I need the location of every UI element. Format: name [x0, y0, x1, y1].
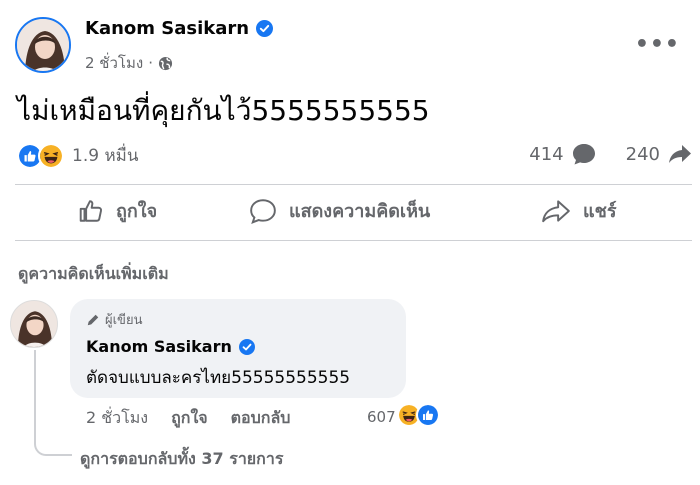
verified-icon — [256, 20, 274, 37]
like-label: ถูกใจ — [116, 201, 158, 222]
comment-label: แสดงความคิดเห็น — [289, 201, 431, 222]
comment-time[interactable]: 2 ชั่วโมง — [86, 406, 148, 431]
share-button[interactable]: แชร์ — [541, 196, 617, 225]
comment-actions: 2 ชั่วโมง ถูกใจ ตอบกลับ — [86, 406, 313, 431]
view-more-comments[interactable]: ดูความคิดเห็นเพิ่มเติม — [18, 262, 169, 287]
author-name[interactable]: Kanom Sasikarn — [85, 18, 249, 39]
comment-reply-button[interactable]: ตอบกลับ — [231, 406, 291, 431]
haha-reaction-icon — [38, 142, 64, 169]
author-badge: ผู้เขียน — [86, 309, 142, 330]
share-icon — [669, 145, 691, 163]
divider-bottom — [15, 240, 692, 241]
author-avatar[interactable] — [15, 17, 71, 73]
pencil-icon — [87, 314, 99, 325]
share-outline-icon — [542, 199, 570, 222]
comment-count[interactable]: 414 — [529, 144, 563, 165]
globe-icon — [158, 56, 173, 70]
post-stats: 414 240 — [529, 143, 692, 165]
reaction-summary[interactable]: 1.9 หมื่น — [17, 142, 138, 169]
comment-outline-icon — [250, 198, 276, 224]
view-replies[interactable]: ดูการตอบกลับทั้ง 37 รายการ — [80, 447, 283, 472]
commenter-avatar[interactable] — [10, 300, 58, 348]
comment-reactions[interactable] — [397, 403, 440, 427]
meta-separator: · — [148, 54, 153, 72]
post-meta: 2 ชั่วโมง · — [85, 51, 173, 75]
comment-reaction-count[interactable]: 607 — [367, 408, 396, 426]
share-count[interactable]: 240 — [626, 144, 660, 165]
more-options-icon[interactable]: ••• — [635, 32, 680, 57]
post-time[interactable]: 2 ชั่วโมง — [85, 51, 143, 75]
thread-line — [34, 350, 72, 456]
reaction-count[interactable]: 1.9 หมื่น — [72, 142, 138, 169]
share-label: แชร์ — [583, 201, 617, 222]
comment-button[interactable]: แสดงความคิดเห็น — [249, 196, 430, 225]
thumbs-up-icon — [79, 199, 103, 222]
comment-author-row[interactable]: Kanom Sasikarn — [86, 337, 255, 356]
comment-icon — [572, 144, 595, 165]
comment-author[interactable]: Kanom Sasikarn — [86, 337, 232, 356]
like-button[interactable]: ถูกใจ — [78, 196, 157, 225]
comment-text: ตัดจบแบบละครไทย55555555555 — [86, 368, 351, 388]
comment-like-button[interactable]: ถูกใจ — [171, 406, 208, 431]
like-reaction-icon — [416, 403, 440, 427]
author-badge-label: ผู้เขียน — [105, 313, 143, 328]
post-text: ไม่เหมือนที่คุยกันไว้5555555555 — [17, 94, 430, 127]
verified-icon — [238, 338, 255, 355]
divider-top — [15, 184, 692, 185]
author-name-row[interactable]: Kanom Sasikarn — [85, 18, 274, 39]
